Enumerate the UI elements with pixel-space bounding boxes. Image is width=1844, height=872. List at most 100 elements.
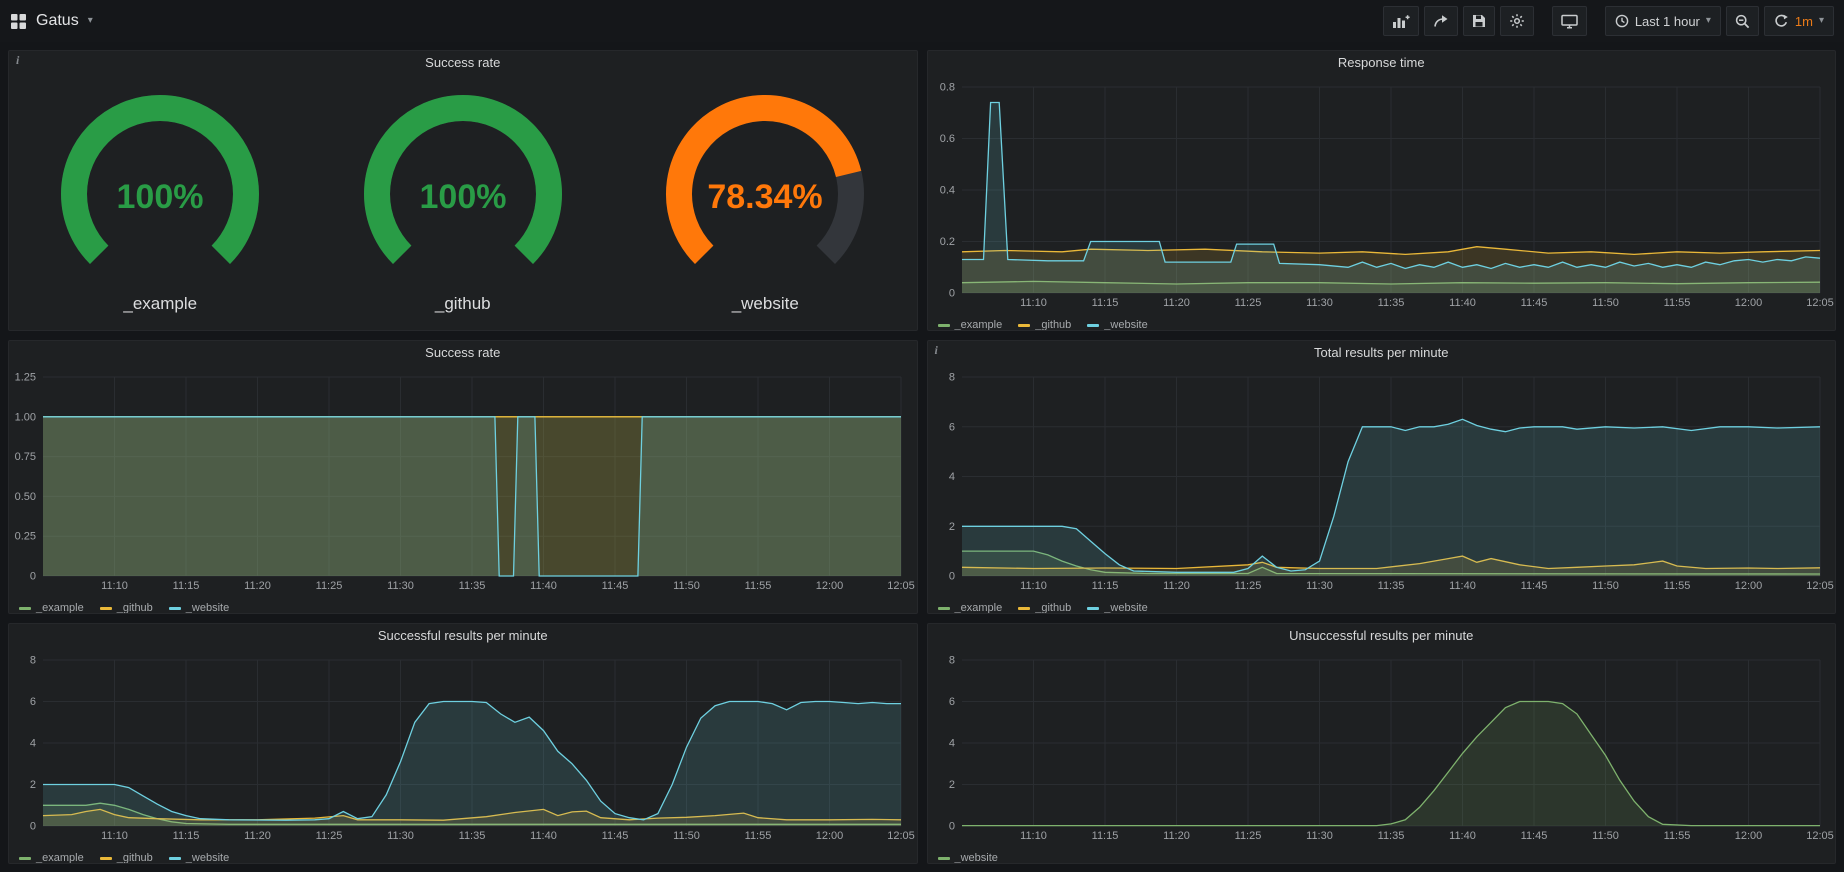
y-axis-tick-label: 0.6 [939,133,954,145]
apps-grid-icon[interactable] [10,13,27,30]
gauges-row: 100%_example100%_github78.34%_website [9,75,917,330]
refresh-picker[interactable]: 1m ▾ [1764,6,1834,36]
panel-title[interactable]: Success rate [425,345,500,360]
x-axis-tick-label: 11:15 [1091,830,1118,842]
gauge-label: _website [732,294,799,314]
legend-item-example[interactable]: _example [19,852,84,863]
x-axis-tick-label: 11:45 [602,580,629,592]
panel-title[interactable]: Successful results per minute [378,628,548,643]
clock-icon [1615,14,1629,28]
x-axis-tick-label: 11:10 [1020,580,1047,592]
y-axis-tick-label: 8 [948,372,954,384]
settings-button[interactable] [1500,6,1534,36]
share-icon [1433,14,1449,28]
save-button[interactable] [1463,6,1495,36]
legend-item-example[interactable]: _example [938,319,1003,330]
y-axis-tick-label: 4 [948,738,954,750]
x-axis-tick-label: 11:55 [1663,580,1690,592]
x-axis-tick-label: 11:50 [1592,580,1619,592]
panel-header: Total results per minute [928,341,1836,365]
legend-series-color [938,324,950,327]
x-axis-tick-label: 11:20 [1163,580,1190,592]
x-axis-tick-label: 11:15 [173,830,200,842]
legend-series-name: _example [36,852,84,863]
x-axis-tick-label: 11:10 [1020,830,1047,842]
x-axis-tick-label: 11:30 [1306,830,1333,842]
y-axis-tick-label: 6 [948,421,954,433]
x-axis-tick-label: 11:45 [602,830,629,842]
legend-series-name: _github [1035,602,1071,613]
y-axis-tick-label: 8 [30,655,36,667]
chart-legend: _example _github _website [928,315,1836,330]
legend-series-color [169,857,181,860]
legend-item-example[interactable]: _example [19,602,84,613]
zoom-out-icon [1735,14,1750,29]
panel-header: Success rate [9,341,917,365]
x-axis-tick-label: 11:50 [1592,297,1619,309]
dashboard-title[interactable]: Gatus [36,12,79,30]
legend-series-name: _website [1104,319,1147,330]
gauge-arc: 100% [20,92,300,292]
x-axis-tick-label: 11:40 [1449,830,1476,842]
legend-series-name: _example [955,602,1003,613]
legend-item-website[interactable]: _website [938,852,998,863]
x-axis-tick-label: 11:10 [101,580,128,592]
gauge-label: _github [435,294,491,314]
legend-series-name: _website [186,852,229,863]
panel-title[interactable]: Success rate [425,55,500,70]
panel-title[interactable]: Unsuccessful results per minute [1289,628,1473,643]
x-axis-tick-label: 11:30 [387,580,414,592]
x-axis-tick-label: 11:25 [316,830,343,842]
legend-item-website[interactable]: _website [1087,319,1147,330]
panel-body: 00.250.500.751.001.2511:1011:1511:2011:2… [9,365,917,613]
x-axis-tick-label: 12:00 [1734,297,1762,309]
y-axis-tick-label: 4 [30,738,36,750]
time-range-picker[interactable]: Last 1 hour ▾ [1605,6,1721,36]
legend-series-name: _website [186,602,229,613]
x-axis-tick-label: 11:50 [1592,830,1619,842]
x-axis-tick-label: 11:35 [459,580,486,592]
dashboard-caret-icon[interactable]: ▾ [88,16,93,26]
legend-item-website[interactable]: _website [169,602,229,613]
x-axis-tick-label: 11:15 [173,580,200,592]
x-axis-tick-label: 11:25 [316,580,343,592]
add-panel-button[interactable] [1383,6,1419,36]
legend-item-website[interactable]: _website [1087,602,1147,613]
x-axis-tick-label: 11:45 [1520,830,1547,842]
legend-item-github[interactable]: _github [1018,602,1071,613]
x-axis-tick-label: 11:50 [673,830,700,842]
legend-item-github[interactable]: _github [100,852,153,863]
legend-series-name: _example [955,319,1003,330]
y-axis-tick-label: 8 [948,655,954,667]
legend-series-color [938,857,950,860]
tv-mode-button[interactable] [1552,6,1587,36]
zoom-out-button[interactable] [1726,6,1759,36]
panel-title[interactable]: Response time [1338,55,1425,70]
chart-legend: _example _github _website [9,598,917,613]
legend-series-color [169,607,181,610]
x-axis-tick-label: 12:00 [1734,830,1762,842]
legend-item-website[interactable]: _website [169,852,229,863]
chart-legend: _website [928,848,1836,863]
info-icon[interactable]: i [935,343,938,358]
legend-series-color [1087,607,1099,610]
info-icon[interactable]: i [16,53,19,68]
chart-plot: 0246811:1011:1511:2011:2511:3011:3511:40… [9,648,917,843]
x-axis-tick-label: 11:10 [101,830,128,842]
panel-title[interactable]: Total results per minute [1314,345,1448,360]
panel-success-rate-timeseries: Success rate 00.250.500.751.001.2511:101… [8,340,918,614]
legend-item-github[interactable]: _github [1018,319,1071,330]
y-axis-tick-label: 0 [30,821,36,833]
x-axis-tick-label: 12:05 [1806,830,1834,842]
legend-series-color [1087,324,1099,327]
x-axis-tick-label: 11:25 [1234,580,1261,592]
panel-successful-results: Successful results per minute 0246811:10… [8,623,918,864]
legend-item-github[interactable]: _github [100,602,153,613]
legend-item-example[interactable]: _example [938,602,1003,613]
legend-series-color [19,857,31,860]
panel-header: Success rate [9,51,917,75]
x-axis-tick-label: 11:10 [1020,297,1047,309]
share-button[interactable] [1424,6,1458,36]
refresh-icon [1774,14,1789,28]
time-range-caret-icon: ▾ [1706,16,1711,26]
